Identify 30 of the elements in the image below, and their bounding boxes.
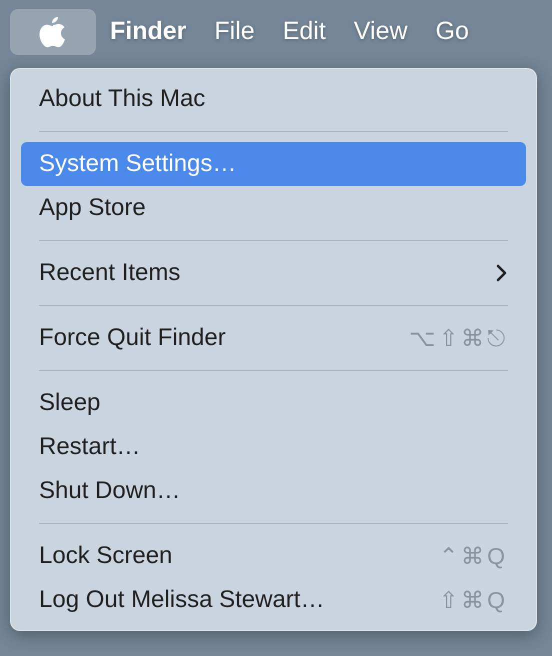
menu-item-label: About This Mac: [39, 84, 206, 114]
menu-item-label: Sleep: [39, 388, 100, 418]
menu-item[interactable]: App Store: [21, 186, 526, 230]
menu-item-label: Lock Screen: [39, 541, 172, 571]
menu-item-label: Shut Down…: [39, 476, 180, 506]
menu-item[interactable]: About This Mac: [21, 77, 526, 121]
menu-bar-item[interactable]: Go: [422, 9, 483, 55]
menu-bar-item[interactable]: File: [200, 9, 269, 55]
menu-item-label: Restart…: [39, 432, 140, 462]
keyboard-shortcut: ⌥⇧⌘⎋: [409, 324, 508, 353]
menu-item[interactable]: Recent Items: [21, 251, 526, 295]
menu-item-label: App Store: [39, 193, 146, 223]
menu-item[interactable]: Force Quit Finder ⌥⇧⌘⎋: [21, 316, 526, 360]
menu-bar-item[interactable]: Edit: [268, 9, 340, 55]
keyboard-shortcut: ⌃⌘Q: [439, 542, 508, 571]
menu-item[interactable]: Sleep: [21, 381, 526, 425]
app-menu[interactable]: Finder: [96, 9, 200, 55]
menu-bar-item[interactable]: View: [340, 9, 422, 55]
menu-item-label: Force Quit Finder: [39, 323, 226, 353]
menu-item[interactable]: Restart…: [21, 425, 526, 469]
menu-item[interactable]: Shut Down…: [21, 469, 526, 513]
apple-icon: [39, 16, 67, 48]
menu-item[interactable]: Lock Screen ⌃⌘Q: [21, 534, 526, 578]
menu-item-label: Recent Items: [39, 258, 180, 288]
menu-item-label: System Settings…: [39, 149, 236, 179]
menu-item-label: Log Out Melissa Stewart…: [39, 585, 324, 615]
menu-item[interactable]: Log Out Melissa Stewart… ⇧⌘Q: [21, 578, 526, 622]
apple-menu-button[interactable]: [10, 9, 96, 55]
keyboard-shortcut: ⇧⌘Q: [439, 586, 508, 615]
menu-item[interactable]: System Settings…: [21, 142, 526, 186]
